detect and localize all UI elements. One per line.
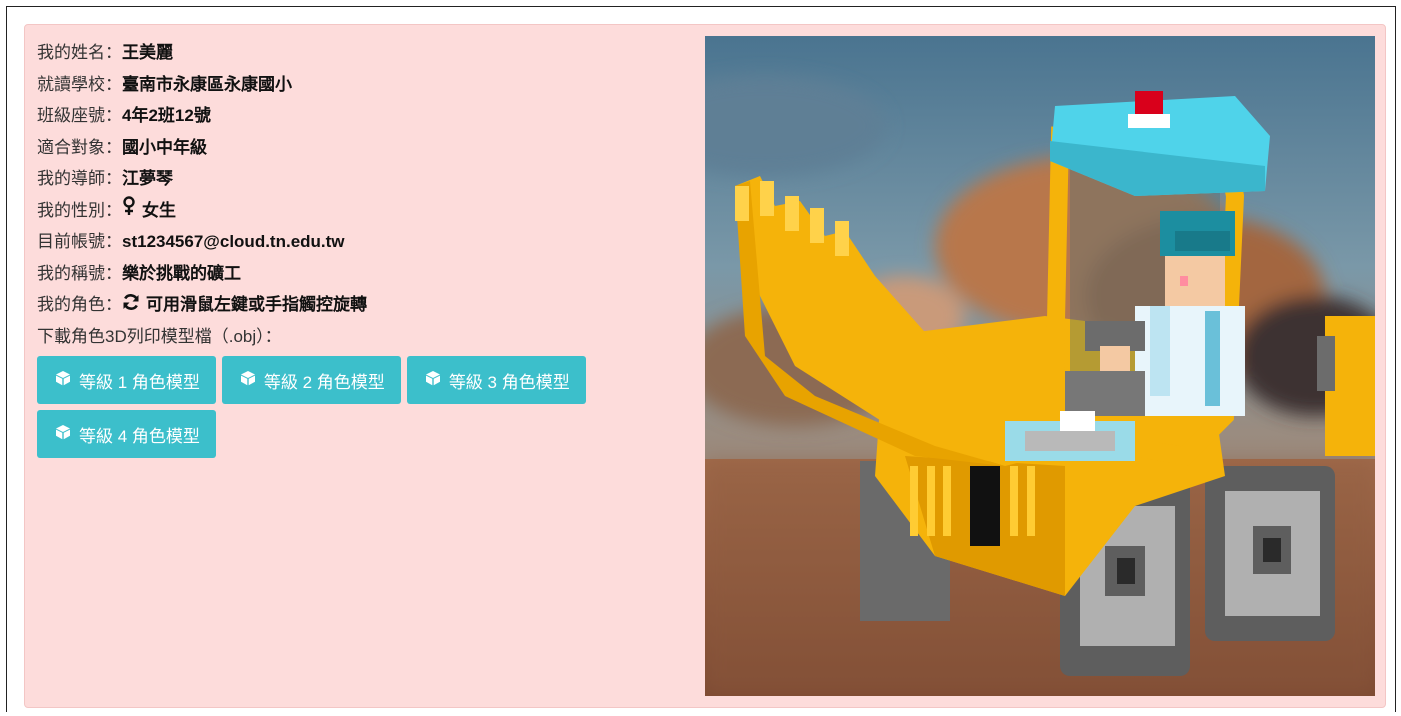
download-row: 下載角色3D列印模型檔（.obj）：	[37, 321, 677, 353]
account-row: 目前帳號：st1234567@cloud.tn.edu.tw	[37, 226, 677, 258]
gender-label: 我的性別：	[37, 200, 122, 220]
level-3-model-label: 等級 3 角色模型	[448, 372, 570, 392]
gender-row: 我的性別： 女生	[37, 195, 677, 227]
name-label: 我的姓名：	[37, 43, 122, 62]
character-3d-viewer[interactable]	[705, 36, 1375, 696]
audience-row: 適合對象：國小中年級	[37, 132, 677, 164]
profile-info: 我的姓名：王美麗 就讀學校：臺南市永康區永康國小 班級座號：4年2班12號 適合…	[37, 37, 677, 464]
title-value: 樂於挑戰的礦工	[122, 263, 241, 283]
venus-icon	[122, 195, 136, 227]
school-value: 臺南市永康區永康國小	[122, 74, 292, 94]
level-2-model-label: 等級 2 角色模型	[263, 372, 385, 392]
title-row: 我的稱號：樂於挑戰的礦工	[37, 258, 677, 290]
audience-value: 國小中年級	[122, 137, 207, 157]
name-value: 王美麗	[122, 43, 173, 62]
seat-label: 班級座號：	[37, 106, 122, 125]
download-label: 下載角色3D列印模型檔（.obj）：	[37, 326, 282, 346]
seat-value: 4年2班12號	[122, 106, 211, 125]
role-label: 我的角色：	[37, 295, 122, 314]
level-3-model-button[interactable]: 等級 3 角色模型	[406, 356, 586, 404]
title-label: 我的稱號：	[37, 263, 122, 283]
role-row: 我的角色： 可用滑鼠左鍵或手指觸控旋轉	[37, 289, 677, 321]
seat-row: 班級座號：4年2班12號	[37, 100, 677, 132]
gender-value: 女生	[142, 200, 176, 220]
audience-label: 適合對象：	[37, 137, 122, 157]
teacher-label: 我的導師：	[37, 169, 122, 188]
cube-icon	[55, 370, 71, 391]
account-label: 目前帳號：	[37, 232, 122, 251]
level-4-model-button[interactable]: 等級 4 角色模型	[37, 410, 216, 458]
rotate-icon	[122, 290, 140, 322]
teacher-value: 江夢琴	[122, 169, 173, 188]
cube-icon	[240, 370, 256, 391]
level-4-model-label: 等級 4 角色模型	[79, 426, 200, 446]
level-1-model-label: 等級 1 角色模型	[79, 372, 200, 392]
bulldozer-character-image	[705, 36, 1375, 696]
cube-icon	[55, 424, 71, 445]
school-row: 就讀學校：臺南市永康區永康國小	[37, 69, 677, 101]
role-value: 可用滑鼠左鍵或手指觸控旋轉	[146, 295, 367, 314]
level-2-model-button[interactable]: 等級 2 角色模型	[221, 356, 401, 404]
profile-card: 我的姓名：王美麗 就讀學校：臺南市永康區永康國小 班級座號：4年2班12號 適合…	[24, 24, 1386, 708]
model-buttons: 等級 1 角色模型 等級 2 角色模型 等級 3 角色模型 等級 4 角色模型	[37, 356, 657, 464]
level-1-model-button[interactable]: 等級 1 角色模型	[37, 356, 216, 404]
cube-icon	[425, 370, 441, 391]
name-row: 我的姓名：王美麗	[37, 37, 677, 69]
teacher-row: 我的導師：江夢琴	[37, 163, 677, 195]
school-label: 就讀學校：	[37, 74, 122, 94]
account-value: st1234567@cloud.tn.edu.tw	[122, 232, 345, 251]
